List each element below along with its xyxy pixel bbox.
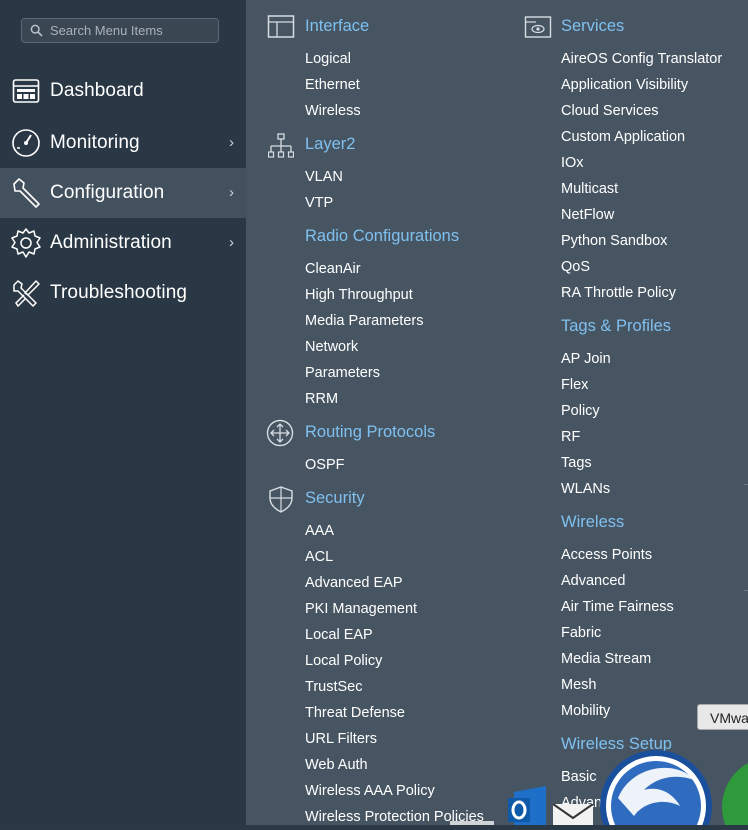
section-header-radio-configurations: Radio Configurations <box>305 227 460 245</box>
menu-item-wlans[interactable]: WLANs <box>561 481 610 497</box>
tools-icon <box>10 277 42 309</box>
menu-item-flex[interactable]: Flex <box>561 377 588 393</box>
section-header-routing-protocols: Routing Protocols <box>305 423 436 441</box>
menu-item-high-throughput[interactable]: High Throughput <box>305 287 413 303</box>
network-topology-icon <box>267 132 296 160</box>
menu-item-vlan[interactable]: VLAN <box>305 169 343 185</box>
menu-item-logical[interactable]: Logical <box>305 51 351 67</box>
chevron-right-icon: › <box>229 234 234 251</box>
menu-item-local-eap[interactable]: Local EAP <box>305 627 373 643</box>
routing-icon <box>266 419 294 447</box>
menu-item-access-points[interactable]: Access Points <box>561 547 652 563</box>
sidebar-item-dashboard[interactable]: Dashboard <box>0 66 246 116</box>
menu-item-advanced[interactable]: Advanced <box>561 573 626 589</box>
menu-item-basic[interactable]: Basic <box>561 769 596 785</box>
menu-item-ethernet[interactable]: Ethernet <box>305 77 360 93</box>
section-header-wireless: Wireless <box>561 513 625 531</box>
menu-item-wireless-interface[interactable]: Wireless <box>305 103 361 119</box>
menu-item-mobility[interactable]: Mobility <box>561 703 610 719</box>
sidebar-item-label: Administration <box>50 232 172 253</box>
menu-item-media-stream[interactable]: Media Stream <box>561 651 651 667</box>
dock-item <box>450 821 494 825</box>
menu-item-trustsec[interactable]: TrustSec <box>305 679 362 695</box>
menu-item-threat-defense[interactable]: Threat Defense <box>305 705 405 721</box>
sidebar-item-label: Monitoring <box>50 132 140 153</box>
search-icon <box>22 24 50 37</box>
menu-item-air-time-fairness[interactable]: Air Time Fairness <box>561 599 674 615</box>
sidebar-item-configuration[interactable]: Configuration › <box>0 168 246 218</box>
menu-item-multicast[interactable]: Multicast <box>561 181 618 197</box>
wrench-icon <box>10 177 42 209</box>
menu-item-aaa[interactable]: AAA <box>305 523 334 539</box>
mail-app-icon[interactable] <box>552 803 594 825</box>
dock-tooltip: VMwa <box>697 704 748 730</box>
divider <box>744 590 748 591</box>
menu-item-vtp[interactable]: VTP <box>305 195 333 211</box>
dashboard-icon <box>10 75 42 107</box>
menu-item-qos[interactable]: QoS <box>561 259 590 275</box>
gear-icon <box>10 227 42 259</box>
menu-item-url-filters[interactable]: URL Filters <box>305 731 377 747</box>
search-input[interactable] <box>50 23 210 38</box>
section-header-interface: Interface <box>305 17 370 35</box>
menu-item-application-visibility[interactable]: Application Visibility <box>561 77 688 93</box>
services-icon <box>524 14 552 42</box>
outlook-app-icon[interactable] <box>506 784 556 825</box>
menu-item-python-sandbox[interactable]: Python Sandbox <box>561 233 667 249</box>
chevron-right-icon: › <box>229 134 234 151</box>
menu-item-rf[interactable]: RF <box>561 429 580 445</box>
menu-item-cloud-services[interactable]: Cloud Services <box>561 103 659 119</box>
menu-item-tags[interactable]: Tags <box>561 455 592 471</box>
section-header-layer2: Layer2 <box>305 135 356 153</box>
search-box[interactable] <box>21 18 219 43</box>
divider <box>744 484 748 485</box>
menu-item-policy[interactable]: Policy <box>561 403 600 419</box>
menu-item-rrm[interactable]: RRM <box>305 391 338 407</box>
menu-item-ap-join[interactable]: AP Join <box>561 351 611 367</box>
menu-item-cleanair[interactable]: CleanAir <box>305 261 361 277</box>
menu-item-media-parameters[interactable]: Media Parameters <box>305 313 423 329</box>
menu-item-netflow[interactable]: NetFlow <box>561 207 614 223</box>
menu-item-parameters[interactable]: Parameters <box>305 365 380 381</box>
menu-item-ra-throttle-policy[interactable]: RA Throttle Policy <box>561 285 676 301</box>
sidebar-item-monitoring[interactable]: Monitoring › <box>0 118 246 168</box>
menu-item-web-auth[interactable]: Web Auth <box>305 757 368 773</box>
app-dock-icon[interactable] <box>720 755 748 830</box>
sidebar: Dashboard Monitoring › Configuration › A… <box>0 0 246 825</box>
section-header-services: Services <box>561 17 625 35</box>
sidebar-item-label: Troubleshooting <box>50 282 188 303</box>
menu-item-wireless-aaa-policy[interactable]: Wireless AAA Policy <box>305 783 435 799</box>
menu-item-ospf[interactable]: OSPF <box>305 457 344 473</box>
app-dock-icon[interactable] <box>598 750 714 830</box>
menu-item-acl[interactable]: ACL <box>305 549 333 565</box>
menu-item-custom-application[interactable]: Custom Application <box>561 129 685 145</box>
menu-item-local-policy[interactable]: Local Policy <box>305 653 382 669</box>
menu-item-iox[interactable]: IOx <box>561 155 584 171</box>
menu-item-pki-management[interactable]: PKI Management <box>305 601 417 617</box>
configuration-menu-panel: Interface Logical Ethernet Wireless Laye… <box>246 0 748 825</box>
shield-icon <box>268 485 296 513</box>
section-header-tags-profiles: Tags & Profiles <box>561 317 672 335</box>
menu-item-fabric[interactable]: Fabric <box>561 625 601 641</box>
sidebar-item-label: Dashboard <box>50 80 144 101</box>
sidebar-item-label: Configuration <box>50 182 165 203</box>
sidebar-item-administration[interactable]: Administration › <box>0 218 246 268</box>
menu-item-mesh[interactable]: Mesh <box>561 677 596 693</box>
sidebar-item-troubleshooting[interactable]: Troubleshooting <box>0 268 246 318</box>
section-header-security: Security <box>305 489 365 507</box>
gauge-icon <box>10 127 42 159</box>
chevron-right-icon: › <box>229 184 234 201</box>
menu-item-advanced-eap[interactable]: Advanced EAP <box>305 575 403 591</box>
menu-item-network[interactable]: Network <box>305 339 358 355</box>
interface-icon <box>267 14 295 42</box>
menu-item-aireos-config-translator[interactable]: AireOS Config Translator <box>561 51 722 67</box>
